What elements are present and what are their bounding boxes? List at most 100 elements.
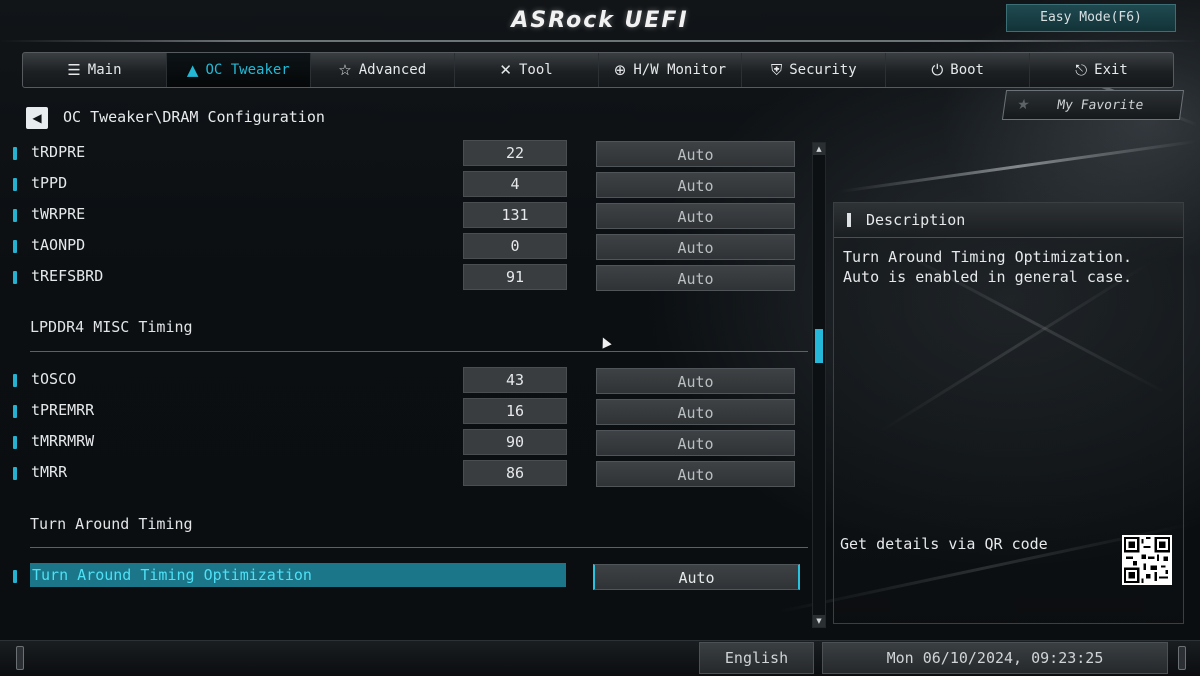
row-marker: [13, 570, 17, 583]
setting-row[interactable]: tAONPD 0 Auto: [0, 233, 810, 260]
tab-exit[interactable]: ⎋ Exit: [1030, 53, 1173, 87]
tab-advanced[interactable]: ☆ Advanced: [311, 53, 455, 87]
language-button[interactable]: English: [699, 642, 814, 674]
bottom-right-handle: [1178, 646, 1186, 670]
datetime-display: Mon 06/10/2024, 09:23:25: [822, 642, 1168, 674]
back-button[interactable]: ◀: [26, 107, 48, 129]
row-marker: [13, 209, 17, 222]
setting-name: tOSCO: [31, 370, 77, 388]
row-marker: [13, 467, 17, 480]
setting-option-select[interactable]: Auto: [596, 430, 795, 456]
setting-option-select[interactable]: Auto: [596, 203, 795, 229]
setting-value: 91: [463, 264, 567, 290]
setting-value: 131: [463, 202, 567, 228]
setting-row[interactable]: tRDPRE 22 Auto: [0, 140, 810, 167]
setting-option-select[interactable]: Auto: [596, 399, 795, 425]
main-tab-bar: ☰ Main ▲ OC Tweaker ☆ Advanced ✕ Tool ⊕ …: [22, 52, 1174, 88]
row-marker: [13, 436, 17, 449]
setting-option-select[interactable]: Auto: [596, 234, 795, 260]
setting-option-select[interactable]: Auto: [596, 265, 795, 291]
setting-name: tMRRMRW: [31, 432, 95, 450]
tab-label: Exit: [1094, 62, 1128, 78]
setting-row[interactable]: tMRR 86 Auto: [0, 460, 810, 487]
tab-hw-monitor[interactable]: ⊕ H/W Monitor: [599, 53, 743, 87]
tab-oc-tweaker[interactable]: ▲ OC Tweaker: [166, 53, 311, 87]
tab-main[interactable]: ☰ Main: [23, 53, 167, 87]
setting-row-selected[interactable]: Turn Around Timing Optimization Auto: [0, 563, 810, 590]
tab-label: H/W Monitor: [633, 62, 727, 78]
setting-option-select[interactable]: Auto: [596, 461, 795, 487]
back-arrow-icon: ◀: [32, 111, 42, 125]
setting-row[interactable]: tPREMRR 16 Auto: [0, 398, 810, 425]
setting-value: 86: [463, 460, 567, 486]
scroll-thumb[interactable]: [815, 329, 823, 363]
setting-name: tMRR: [31, 463, 68, 481]
setting-option-select[interactable]: Auto: [596, 368, 795, 394]
description-marker: [847, 213, 851, 227]
setting-option-select[interactable]: Auto: [596, 172, 795, 198]
description-title: Description: [866, 211, 966, 229]
tab-tool[interactable]: ✕ Tool: [455, 53, 599, 87]
setting-name: tPPD: [31, 174, 68, 192]
row-marker: [13, 271, 17, 284]
scroll-up-arrow-icon[interactable]: ▲: [813, 143, 825, 155]
row-marker: [13, 147, 17, 160]
row-marker: [13, 374, 17, 387]
list-icon: ☰: [67, 61, 81, 79]
tab-label: Security: [789, 62, 857, 78]
setting-name: tRDPRE: [31, 143, 86, 161]
setting-row[interactable]: tOSCO 43 Auto: [0, 367, 810, 394]
setting-value: 16: [463, 398, 567, 424]
selected-setting-option-select[interactable]: Auto: [593, 564, 800, 590]
row-marker: [13, 405, 17, 418]
crosshair-icon: ⊕: [613, 61, 627, 79]
bottom-left-handle: [16, 646, 24, 670]
row-marker: [13, 240, 17, 253]
setting-row[interactable]: tWRPRE 131 Auto: [0, 202, 810, 229]
power-icon: ⏻: [931, 61, 944, 79]
tab-label: Main: [87, 62, 122, 78]
tab-label: OC Tweaker: [205, 62, 290, 78]
shield-icon: ⛨: [770, 61, 783, 79]
setting-name: tPREMRR: [31, 401, 95, 419]
tab-label: Boot: [950, 62, 984, 78]
setting-row[interactable]: tMRRMRW 90 Auto: [0, 429, 810, 456]
section-divider: [30, 547, 808, 548]
section-heading-turn-around: Turn Around Timing: [30, 515, 193, 533]
description-panel: Description Turn Around Timing Optimizat…: [833, 202, 1184, 624]
setting-name: tWRPRE: [31, 205, 86, 223]
my-favorite-label: My Favorite: [1056, 97, 1145, 113]
setting-option-select[interactable]: Auto: [596, 141, 795, 167]
row-marker: [13, 178, 17, 191]
breadcrumb: OC Tweaker\DRAM Configuration: [63, 108, 325, 126]
tab-boot[interactable]: ⏻ Boot: [886, 53, 1031, 87]
tab-label: Tool: [518, 62, 553, 78]
setting-name: tREFSBRD: [31, 267, 104, 285]
description-text: Turn Around Timing Optimization. Auto is…: [843, 248, 1132, 286]
section-heading-misc: LPDDR4 MISC Timing: [30, 318, 193, 336]
rocket-icon: ▲: [186, 61, 199, 79]
qr-code-icon: [1122, 535, 1172, 585]
qr-label: Get details via QR code: [840, 535, 1048, 553]
exit-door-icon: ⎋: [1075, 61, 1088, 79]
tab-label: Advanced: [358, 62, 427, 78]
setting-value: 90: [463, 429, 567, 455]
setting-value: 4: [463, 171, 567, 197]
scroll-down-arrow-icon[interactable]: ▼: [813, 615, 825, 627]
header-divider: [0, 40, 1200, 42]
setting-value: 22: [463, 140, 567, 166]
setting-value: 0: [463, 233, 567, 259]
setting-row[interactable]: tPPD 4 Auto: [0, 171, 810, 198]
description-header: Description: [834, 203, 1183, 238]
setting-row[interactable]: tREFSBRD 91 Auto: [0, 264, 810, 291]
section-divider: [30, 351, 808, 352]
easy-mode-button[interactable]: Easy Mode(F6): [1006, 4, 1176, 32]
setting-name: tAONPD: [31, 236, 86, 254]
setting-value: 43: [463, 367, 567, 393]
tab-security[interactable]: ⛨ Security: [742, 53, 887, 87]
my-favorite-button[interactable]: ★ My Favorite: [1001, 90, 1185, 120]
star-wrench-icon: ☆: [338, 61, 352, 79]
selected-setting-name[interactable]: Turn Around Timing Optimization: [30, 563, 566, 587]
settings-scrollbar[interactable]: ▲ ▼: [812, 142, 826, 628]
tools-icon: ✕: [499, 61, 512, 79]
